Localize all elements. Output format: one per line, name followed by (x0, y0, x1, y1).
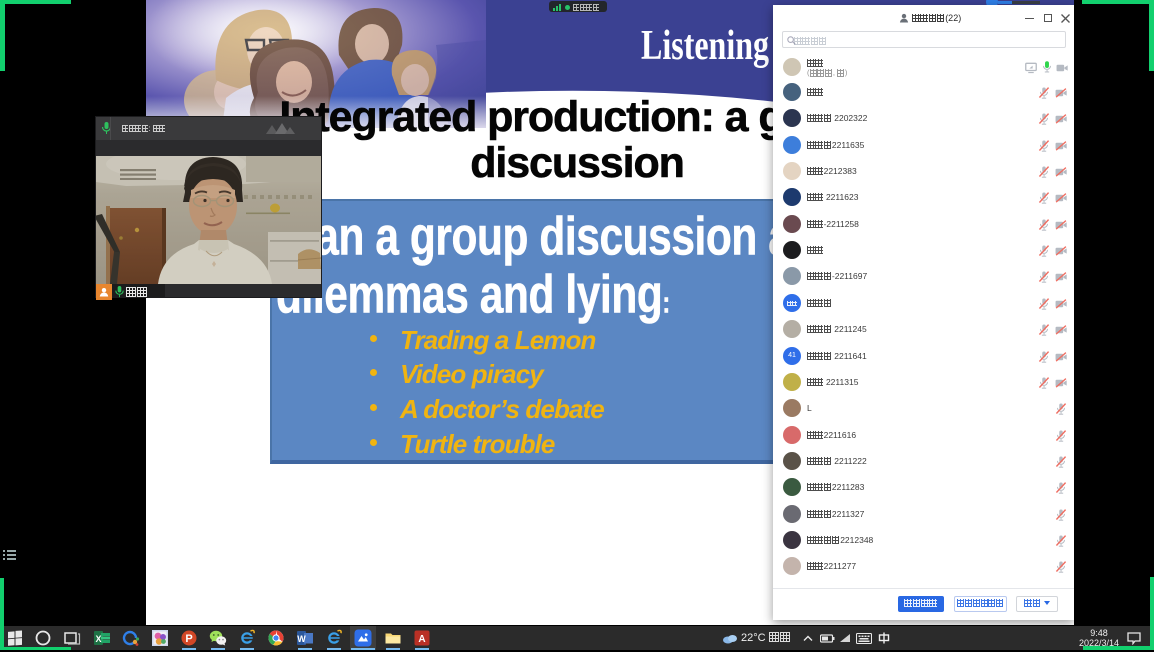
svg-text:P: P (185, 633, 192, 645)
svg-text:A: A (418, 634, 425, 645)
svg-text:W: W (297, 634, 306, 644)
svg-text:X: X (95, 634, 101, 644)
